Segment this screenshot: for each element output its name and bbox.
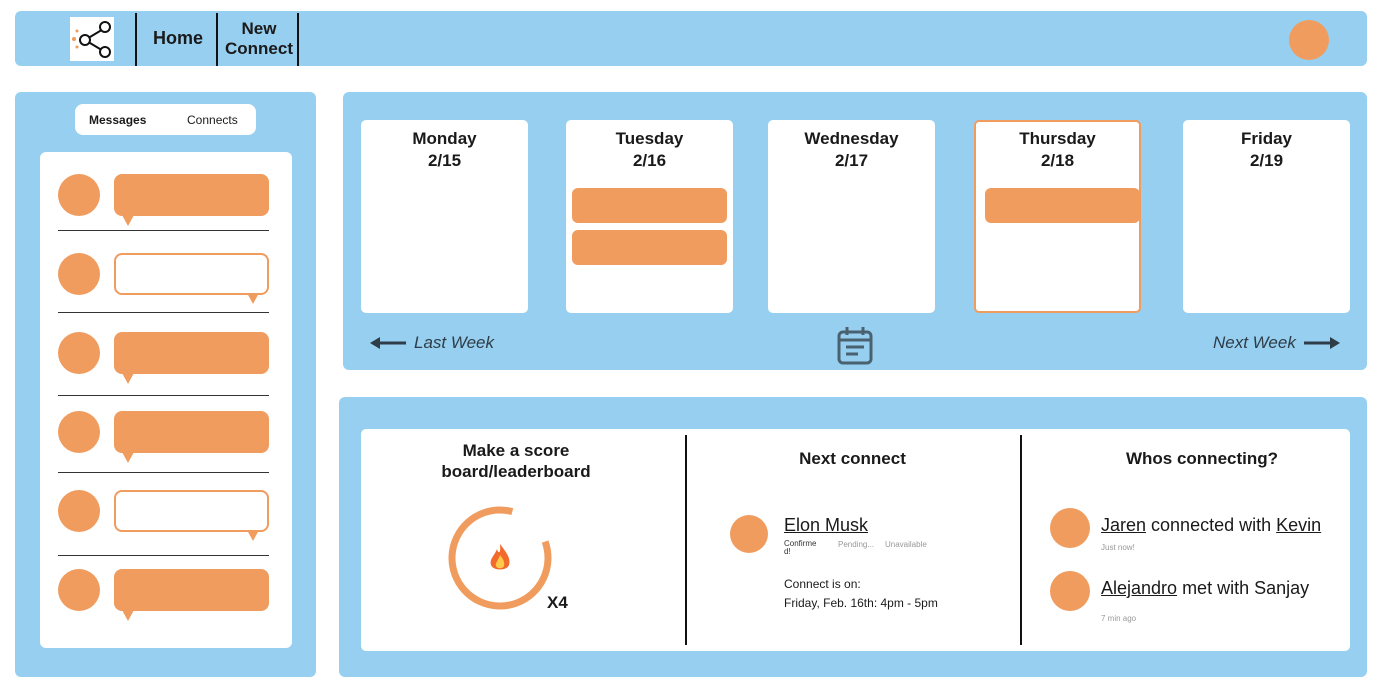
day-name: Monday — [412, 129, 477, 148]
avatar — [58, 174, 100, 216]
activity-time: 7 min ago — [1101, 614, 1137, 623]
avatar — [58, 253, 100, 295]
whos-connecting-title: Whos connecting? — [1125, 449, 1279, 468]
connect-on-label: Connect is on: — [784, 577, 861, 591]
list-item[interactable] — [40, 552, 292, 630]
dashboard-card: Make a score board/leaderboard X4 Next c… — [361, 429, 1350, 651]
tab-messages[interactable]: Messages — [89, 113, 146, 127]
day-name: Friday — [1240, 129, 1293, 148]
day-date: 2/17 — [834, 151, 869, 170]
day-card-tuesday[interactable]: Tuesday 2/16 — [566, 120, 733, 313]
user-link[interactable]: Kevin — [1276, 515, 1321, 535]
activity-text: Alejandro met with Sanjay — [1101, 578, 1310, 598]
user-link[interactable]: Jaren — [1101, 515, 1146, 535]
next-week-label: Next Week — [1213, 333, 1296, 352]
activity-time: Just now! — [1101, 543, 1135, 552]
dashboard-panel: Make a score board/leaderboard X4 Next c… — [339, 397, 1367, 677]
message-bubble — [114, 490, 269, 541]
tab-connects[interactable]: Connects — [187, 113, 238, 127]
share-icon — [72, 21, 111, 58]
avatar[interactable] — [1050, 571, 1090, 611]
day-date: 2/15 — [427, 151, 462, 170]
message-list — [40, 152, 292, 648]
scoreboard-title: Make a score board/leaderboard — [441, 441, 591, 481]
list-item[interactable] — [40, 232, 292, 310]
calendar-event[interactable] — [985, 188, 1140, 223]
streak-ring — [448, 506, 552, 610]
avatar[interactable] — [1050, 508, 1090, 548]
avatar[interactable] — [730, 515, 768, 553]
fire-icon — [490, 544, 510, 570]
messages-panel: Messages Connects — [15, 92, 316, 677]
avatar — [58, 490, 100, 532]
user-link[interactable]: Alejandro — [1101, 578, 1177, 598]
next-connect-title: Next connect — [799, 449, 906, 468]
last-week-label: Last Week — [414, 333, 495, 352]
list-item[interactable] — [40, 152, 292, 230]
divider — [685, 435, 687, 645]
message-bubble — [114, 569, 269, 621]
divider — [1020, 435, 1022, 645]
connect-time: Friday, Feb. 16th: 4pm - 5pm — [784, 596, 938, 610]
message-bubble — [114, 332, 269, 384]
list-item[interactable] — [40, 312, 292, 390]
message-bubble — [114, 253, 269, 304]
status-unavailable[interactable]: Unavailable — [885, 540, 927, 549]
day-card-friday[interactable]: Friday 2/19 — [1183, 120, 1350, 313]
activity-text: Jaren connected with Kevin — [1101, 515, 1322, 535]
message-bubble — [114, 411, 269, 463]
profile-avatar[interactable] — [1289, 20, 1329, 60]
next-week-button[interactable]: Next Week — [1213, 333, 1340, 353]
nav-new-connect[interactable]: New Connect — [219, 11, 299, 66]
status-pending[interactable]: Pending... — [838, 540, 874, 549]
day-date: 2/19 — [1249, 151, 1284, 170]
list-item[interactable] — [40, 392, 292, 470]
week-calendar: Monday 2/15 Tuesday 2/16 Wednesday 2/17 … — [343, 92, 1367, 370]
next-connect-name[interactable]: Elon Musk — [784, 515, 868, 536]
day-name: Wednesday — [804, 129, 899, 148]
top-navbar: Home New Connect — [15, 11, 1367, 66]
message-bubble — [114, 174, 269, 226]
nav-divider — [297, 13, 299, 66]
day-card-wednesday[interactable]: Wednesday 2/17 — [768, 120, 935, 313]
calendar-icon[interactable] — [836, 325, 874, 365]
day-name: Thursday — [1019, 129, 1096, 148]
arrow-right-icon — [1303, 337, 1340, 349]
calendar-event[interactable] — [572, 188, 727, 223]
day-card-thursday[interactable]: Thursday 2/18 — [974, 120, 1141, 313]
day-date: 2/18 — [1040, 151, 1075, 170]
avatar — [58, 332, 100, 374]
logo[interactable] — [70, 17, 114, 61]
avatar — [58, 411, 100, 453]
day-date: 2/16 — [632, 151, 667, 170]
messages-connects-toggle: Messages Connects — [75, 104, 256, 135]
nav-divider — [216, 13, 218, 66]
list-item[interactable] — [40, 472, 292, 550]
nav-home[interactable]: Home — [138, 11, 218, 66]
last-week-button[interactable]: Last Week — [370, 333, 494, 353]
arrow-left-icon — [370, 337, 406, 349]
nav-divider — [135, 13, 137, 66]
day-name: Tuesday — [615, 129, 684, 148]
avatar — [58, 569, 100, 611]
day-card-monday[interactable]: Monday 2/15 — [361, 120, 528, 313]
calendar-event[interactable] — [572, 230, 727, 265]
streak-multiplier: X4 — [547, 593, 568, 612]
status-confirmed[interactable]: Confirme d! — [784, 540, 816, 556]
divider — [58, 230, 269, 231]
